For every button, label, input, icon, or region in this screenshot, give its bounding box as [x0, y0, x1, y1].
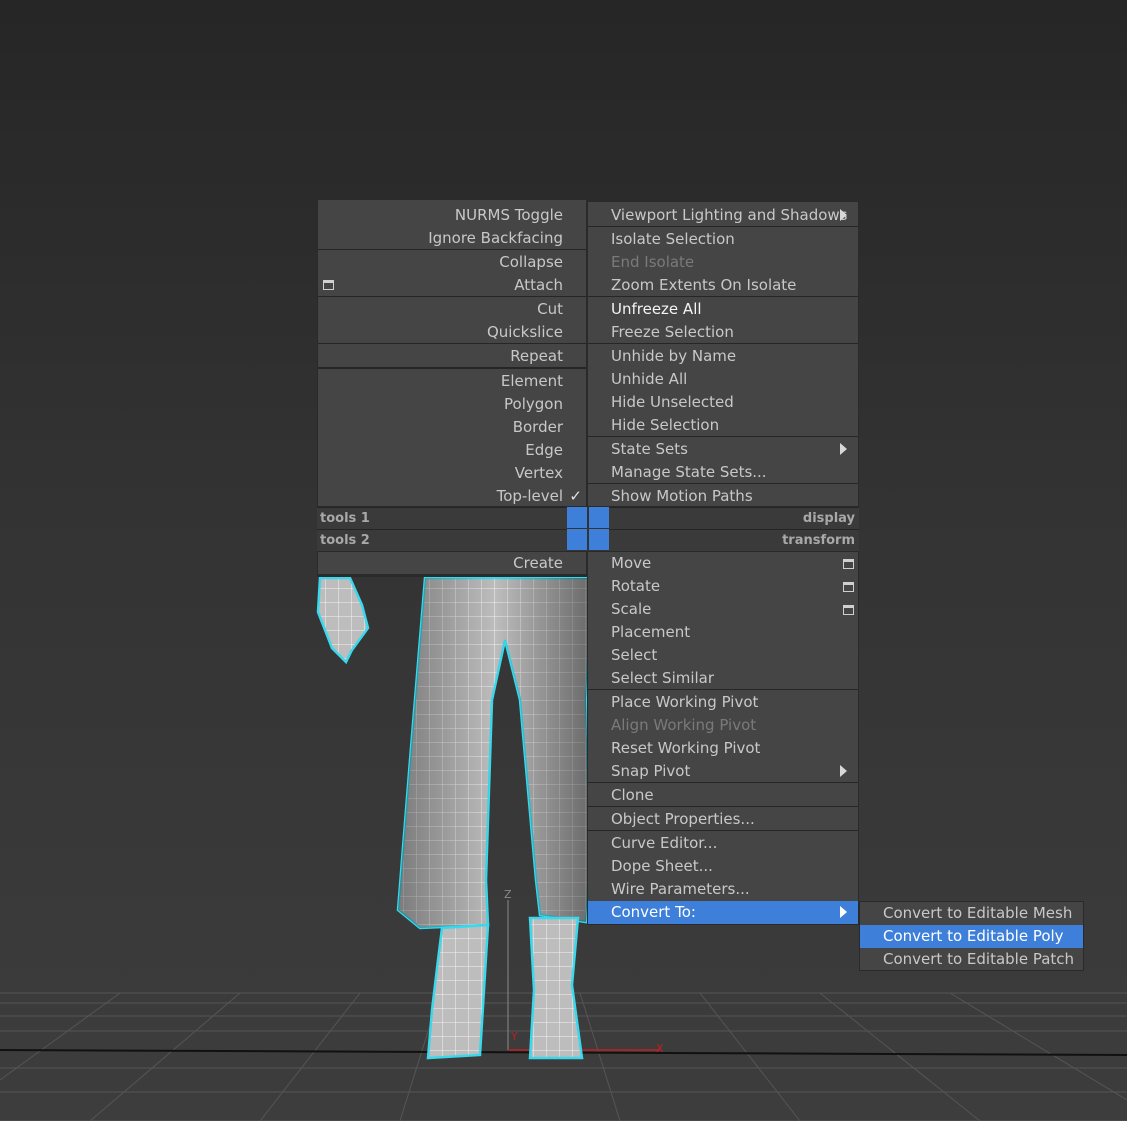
separator [588, 296, 858, 297]
menu-item-clone[interactable]: Clone [611, 784, 654, 807]
separator [318, 249, 586, 250]
submenu-item-editable-poly[interactable]: Convert to Editable Poly [883, 925, 1064, 948]
menu-item-create[interactable]: Create [513, 552, 563, 575]
menu-item-attach[interactable]: Attach [514, 274, 563, 297]
menu-item-nurms-toggle[interactable]: NURMS Toggle [455, 204, 563, 227]
menu-item-move[interactable]: Move [611, 552, 651, 575]
separator [588, 689, 858, 690]
separator [588, 782, 858, 783]
menu-item-wire-parameters[interactable]: Wire Parameters... [611, 878, 750, 901]
menu-item-state-sets[interactable]: State Sets [611, 438, 688, 461]
submenu-arrow-icon [840, 209, 847, 221]
menu-item-freeze-selection[interactable]: Freeze Selection [611, 321, 734, 344]
quad-header-label: tools 1 [320, 511, 370, 526]
quad-display-menu: Viewport Lighting and Shadows Isolate Se… [587, 201, 859, 507]
menu-item-unhide-by-name[interactable]: Unhide by Name [611, 345, 736, 368]
quad-header-transform[interactable]: transform [609, 529, 859, 552]
axis-y-label: Y [510, 1030, 518, 1043]
menu-item-zoom-extents-isolate[interactable]: Zoom Extents On Isolate [611, 274, 796, 297]
quad-header-tools2[interactable]: tools 2 [317, 529, 567, 552]
quad-header-tools1[interactable]: tools 1 [317, 507, 567, 530]
quad-selector-display[interactable] [589, 507, 609, 528]
menu-item-select-similar[interactable]: Select Similar [611, 667, 714, 690]
separator [588, 226, 858, 227]
quad-header-label: transform [782, 533, 855, 548]
menu-item-repeat[interactable]: Repeat [510, 345, 563, 368]
menu-item-unfreeze-all[interactable]: Unfreeze All [611, 298, 702, 321]
separator [318, 343, 586, 344]
menu-item-quickslice[interactable]: Quickslice [487, 321, 563, 344]
menu-item-align-working-pivot: Align Working Pivot [611, 716, 757, 734]
menu-item-rotate[interactable]: Rotate [611, 575, 660, 598]
quad-selector-tools2[interactable] [567, 529, 587, 550]
menu-item-object-properties[interactable]: Object Properties... [611, 808, 755, 831]
menu-item-snap-pivot[interactable]: Snap Pivot [611, 760, 690, 783]
menu-item-manage-state-sets[interactable]: Manage State Sets... [611, 461, 767, 484]
check-icon: ✓ [569, 487, 582, 505]
quad-selector-tools1[interactable] [567, 507, 587, 528]
menu-item-viewport-lighting[interactable]: Viewport Lighting and Shadows [611, 204, 848, 227]
menu-item-convert-to[interactable]: Convert To: [611, 901, 696, 924]
separator [588, 343, 858, 344]
quad-selector-transform[interactable] [589, 529, 609, 550]
menu-item-cut[interactable]: Cut [537, 298, 563, 321]
menu-item-isolate-selection[interactable]: Isolate Selection [611, 228, 735, 251]
menu-item-curve-editor[interactable]: Curve Editor... [611, 832, 717, 855]
submenu-arrow-icon [840, 906, 847, 918]
menu-item-polygon[interactable]: Polygon [504, 393, 563, 416]
axis-x-label: X [656, 1042, 664, 1055]
menu-item-placement[interactable]: Placement [611, 621, 690, 644]
dialog-box-icon[interactable] [843, 605, 854, 615]
menu-item-collapse[interactable]: Collapse [499, 251, 563, 274]
separator [588, 806, 858, 807]
submenu-arrow-icon [840, 443, 847, 455]
menu-item-reset-working-pivot[interactable]: Reset Working Pivot [611, 737, 760, 760]
menu-item-vertex[interactable]: Vertex [515, 462, 563, 485]
quad-header-label: tools 2 [320, 533, 370, 548]
menu-item-scale[interactable]: Scale [611, 598, 651, 621]
menu-item-top-level[interactable]: Top-level [497, 485, 563, 508]
separator [318, 296, 586, 297]
dialog-box-icon[interactable] [323, 280, 334, 290]
separator [318, 367, 586, 369]
separator [588, 830, 858, 831]
menu-item-hide-unselected[interactable]: Hide Unselected [611, 391, 734, 414]
menu-item-border[interactable]: Border [513, 416, 563, 439]
menu-item-unhide-all[interactable]: Unhide All [611, 368, 687, 391]
dialog-box-icon[interactable] [843, 559, 854, 569]
menu-item-place-working-pivot[interactable]: Place Working Pivot [611, 691, 758, 714]
menu-item-element[interactable]: Element [501, 370, 563, 393]
menu-item-ignore-backfacing[interactable]: Ignore Backfacing [428, 227, 563, 250]
separator [588, 436, 858, 437]
quad-tools1-menu: NURMS Toggle Ignore Backfacing Collapse … [317, 199, 587, 507]
menu-item-select[interactable]: Select [611, 644, 657, 667]
axis-z-label: Z [504, 888, 512, 901]
dialog-box-icon[interactable] [843, 582, 854, 592]
menu-item-dope-sheet[interactable]: Dope Sheet... [611, 855, 713, 878]
quad-header-label: display [802, 511, 855, 526]
menu-item-edge[interactable]: Edge [525, 439, 563, 462]
quad-transform-menu: Move Rotate Scale Placement Select Selec… [587, 551, 859, 925]
submenu-item-editable-patch[interactable]: Convert to Editable Patch [883, 948, 1074, 971]
menu-item-end-isolate: End Isolate [611, 253, 695, 271]
quad-tools2-menu: Create [317, 551, 587, 577]
convert-to-submenu: Convert to Editable Mesh Convert to Edit… [859, 901, 1084, 971]
submenu-item-editable-mesh[interactable]: Convert to Editable Mesh [883, 902, 1072, 925]
menu-item-show-motion-paths[interactable]: Show Motion Paths [611, 485, 753, 508]
submenu-arrow-icon [840, 765, 847, 777]
separator [588, 483, 858, 484]
menu-item-hide-selection[interactable]: Hide Selection [611, 414, 719, 437]
character-mesh[interactable] [316, 576, 594, 1060]
quad-header-display[interactable]: display [609, 507, 859, 530]
